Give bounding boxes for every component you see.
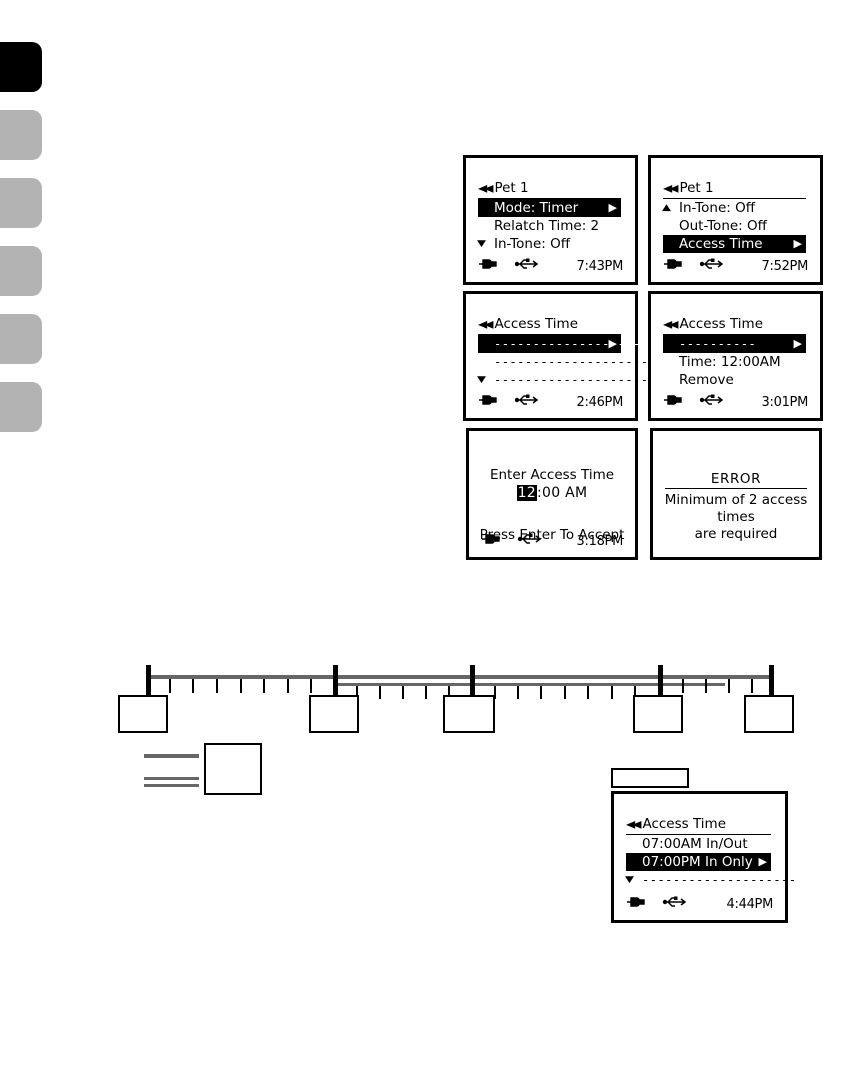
access-time-entry-1[interactable]: 07:00AM In/Out [626,835,771,853]
legend-box-swatch [204,743,262,795]
timeline-minor-tick [705,679,707,693]
usb-icon [662,895,688,913]
timeline-minor-tick [169,679,171,693]
timeline-major-tick-1 [146,665,151,697]
chevron-right-icon: ▶ [758,855,767,868]
timeline-minor-tick [192,679,194,693]
chevron-down-icon: ▼ [624,875,634,885]
panel-title: ◀◀ Access Time [626,816,771,835]
timeline-minor-tick [751,679,753,693]
legend-single-line-swatch [144,754,199,758]
lcd-status-bar: 4:44PM [626,895,773,913]
timeline-major-tick-3 [470,665,475,697]
timeline-minor-tick [587,686,589,699]
lcd-panel-access-time-list: ◀◀ Access Time 07:00AM In/Out 07:00PM In… [611,791,796,923]
timeline-minor-tick [540,686,542,699]
callout-box[interactable] [611,768,689,788]
timeline-major-tick-4 [658,665,663,697]
back-arrows-icon[interactable]: ◀◀ [626,817,642,831]
timeline-minor-tick [216,679,218,693]
timeline-label-box-5[interactable] [744,695,794,733]
timeline-major-tick-2 [333,665,338,697]
timeline-label-box-2[interactable] [309,695,359,733]
timeline-axis-secondary [333,683,725,686]
timeline-minor-tick [564,686,566,699]
timeline-minor-tick [402,686,404,699]
timeline-minor-tick [728,679,730,693]
timeline-minor-tick [287,679,289,693]
timeline-label-box-4[interactable] [633,695,683,733]
access-time-entry-3[interactable]: ▼ ---------- ---------- [624,871,796,889]
timeline-minor-tick [425,686,427,699]
timeline-minor-tick [240,679,242,693]
power-plug-icon [626,896,648,912]
timeline-minor-tick [682,679,684,693]
timeline-minor-tick [517,686,519,699]
timeline-label-box-3[interactable] [443,695,495,733]
timeline-minor-tick [611,686,613,699]
access-time-entry-2[interactable]: 07:00PM In Only ▶ [626,853,771,871]
clock-time: 4:44PM [726,896,774,912]
legend-double-line-swatch-top [144,777,199,780]
timeline-minor-tick [263,679,265,693]
timeline-major-tick-5 [769,665,774,697]
timeline-minor-tick [310,679,312,693]
legend-double-line-swatch-bottom [144,784,199,787]
timeline-label-box-1[interactable] [118,695,168,733]
timeline-minor-tick [379,686,381,699]
